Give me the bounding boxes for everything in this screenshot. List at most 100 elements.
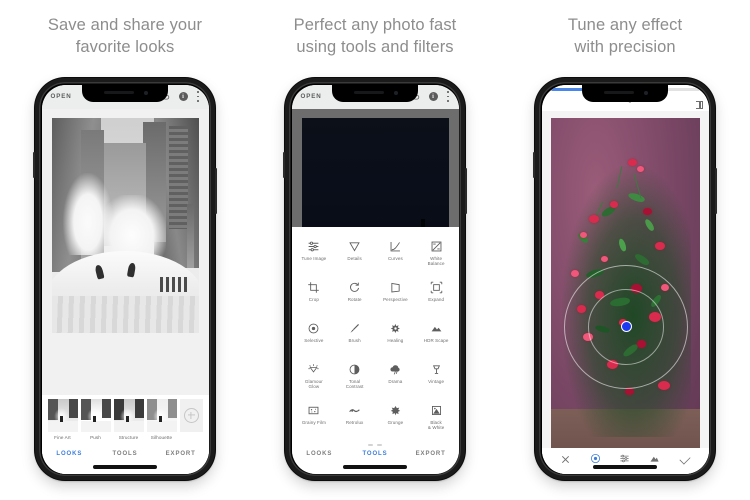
- tool-white-balance[interactable]: White Balance: [416, 234, 457, 275]
- hdr-scape-icon: [430, 321, 443, 336]
- tab-tools[interactable]: TOOLS: [347, 451, 403, 457]
- tool-tonal-contrast[interactable]: Tonal Contrast: [334, 357, 375, 398]
- edited-photo-flowers[interactable]: [550, 117, 700, 465]
- phone-bezel: OPEN i: [39, 82, 211, 476]
- tool-label: Crop: [308, 296, 319, 302]
- tool-glamour-glow[interactable]: Glamour Glow: [294, 357, 335, 398]
- phone-notch: [82, 84, 168, 102]
- tool-vintage[interactable]: Vintage: [416, 357, 457, 398]
- open-button[interactable]: OPEN: [301, 93, 322, 100]
- tool-label: Expand: [428, 296, 445, 302]
- sliders-icon[interactable]: [610, 453, 640, 464]
- look-thumb-1[interactable]: Push: [80, 398, 111, 440]
- tool-crop[interactable]: Crop: [294, 275, 335, 316]
- panel-1-heading: Save and share your favorite looks: [0, 14, 250, 58]
- plus-circle-icon: [183, 407, 199, 423]
- tool-label: Perspective: [383, 296, 408, 302]
- vignette-icon[interactable]: [640, 453, 670, 464]
- tab-looks[interactable]: LOOKS: [42, 451, 98, 457]
- speaker-grille-icon: [604, 91, 634, 94]
- edit-toolbar[interactable]: [541, 447, 709, 474]
- tool-label: Rotate: [347, 296, 362, 302]
- info-icon[interactable]: i: [428, 92, 438, 101]
- selective-icon: [307, 321, 320, 336]
- heading-line-1: Tune any effect: [567, 16, 683, 34]
- tool-drama[interactable]: Drama: [375, 357, 416, 398]
- tool-perspective[interactable]: Perspective: [375, 275, 416, 316]
- lens-blur-icon[interactable]: [580, 453, 610, 464]
- look-label: Silhouette: [150, 434, 173, 440]
- phone-bezel: Blur Strength +27: [539, 82, 711, 476]
- tool-black-and-white[interactable]: Black & White: [416, 398, 457, 439]
- rotate-icon: [348, 280, 361, 295]
- tool-label: Tonal Contrast: [345, 378, 364, 389]
- tool-label: Grunge: [387, 419, 404, 425]
- lens-blur-center-handle[interactable]: [620, 321, 632, 333]
- tab-export[interactable]: EXPORT: [153, 451, 209, 457]
- tool-brush[interactable]: Brush: [334, 316, 375, 357]
- look-thumb-3[interactable]: Silhouette: [146, 398, 177, 440]
- tool-label: HDR Scape: [423, 337, 449, 343]
- panel-looks: Save and share your favorite looks OPEN: [0, 0, 250, 500]
- tab-tools[interactable]: TOOLS: [97, 451, 153, 457]
- close-icon[interactable]: [551, 454, 581, 463]
- photo-canvas-3[interactable]: [541, 110, 709, 474]
- tool-expand[interactable]: Expand: [416, 275, 457, 316]
- open-button[interactable]: OPEN: [51, 93, 72, 100]
- front-camera-icon: [644, 90, 648, 95]
- bottom-tab-bar-2[interactable]: LOOKS TOOLS EXPORT: [291, 447, 459, 474]
- vintage-icon: [430, 362, 443, 377]
- front-camera-icon: [394, 90, 398, 95]
- tools-sheet[interactable]: Tune Image Details Curves White Balance …: [291, 226, 459, 448]
- photo-canvas-2[interactable]: Tune Image Details Curves White Balance …: [291, 108, 459, 474]
- phone-screen-2: OPEN i Tune Image Details Curves White B…: [291, 84, 459, 474]
- tab-export[interactable]: EXPORT: [403, 451, 459, 457]
- tool-rotate[interactable]: Rotate: [334, 275, 375, 316]
- tool-selective[interactable]: Selective: [294, 316, 335, 357]
- tools-grid[interactable]: Tune Image Details Curves White Balance …: [292, 227, 459, 439]
- phone-mockup-2: OPEN i Tune Image Details Curves White B…: [283, 78, 467, 480]
- overflow-menu-icon[interactable]: [447, 91, 450, 102]
- tool-label: Retrolux: [345, 419, 364, 425]
- tool-curves[interactable]: Curves: [375, 234, 416, 275]
- tool-retrolux[interactable]: Retrolux: [334, 398, 375, 439]
- phone-screen-1: OPEN i Fine Art Push Structure Silhouett…: [41, 84, 209, 474]
- white-balance-icon: [430, 239, 443, 254]
- look-thumb-2[interactable]: Structure: [113, 398, 144, 440]
- tool-details[interactable]: Details: [334, 234, 375, 275]
- check-icon[interactable]: [670, 452, 700, 465]
- look-label: Push: [90, 434, 101, 440]
- perspective-icon: [389, 280, 402, 295]
- glamour-glow-icon: [307, 362, 320, 377]
- brush-icon: [348, 321, 361, 336]
- tool-grainy-film[interactable]: Grainy Film: [294, 398, 335, 439]
- tool-healing[interactable]: Healing: [375, 316, 416, 357]
- speaker-grille-icon: [354, 91, 384, 94]
- tool-label: Black & White: [427, 419, 445, 430]
- heading-line-2: favorite looks: [75, 38, 175, 56]
- tab-looks[interactable]: LOOKS: [292, 451, 348, 457]
- sheet-drag-handle[interactable]: [368, 444, 382, 446]
- bottom-tab-bar-1[interactable]: LOOKS TOOLS EXPORT: [41, 447, 209, 474]
- tool-tune-image[interactable]: Tune Image: [294, 234, 335, 275]
- tool-grunge[interactable]: Grunge: [375, 398, 416, 439]
- tool-label: Drama: [388, 378, 403, 384]
- look-thumb-0[interactable]: Fine Art: [47, 398, 78, 440]
- heading-line-1: Perfect any photo fast: [293, 16, 457, 34]
- phone-mockup-1: OPEN i Fine Art Push Structure Silhouett…: [33, 78, 217, 480]
- photo-canvas-1[interactable]: Fine Art Push Structure Silhouette: [41, 108, 209, 474]
- overflow-menu-icon[interactable]: [197, 91, 200, 102]
- tool-label: Brush: [348, 337, 361, 343]
- tool-label: White Balance: [427, 255, 445, 266]
- panel-2-heading: Perfect any photo fast using tools and f…: [250, 14, 500, 58]
- tonal-contrast-icon: [348, 362, 361, 377]
- drama-icon: [389, 362, 402, 377]
- edited-photo-bw-street[interactable]: [51, 117, 199, 333]
- add-look-button[interactable]: [179, 398, 203, 432]
- tune-image-icon: [307, 239, 320, 254]
- healing-icon: [389, 321, 402, 336]
- tool-hdr-scape[interactable]: HDR Scape: [416, 316, 457, 357]
- looks-filmstrip[interactable]: Fine Art Push Structure Silhouette: [41, 394, 209, 448]
- home-indicator: [593, 465, 657, 469]
- info-icon[interactable]: i: [178, 92, 188, 101]
